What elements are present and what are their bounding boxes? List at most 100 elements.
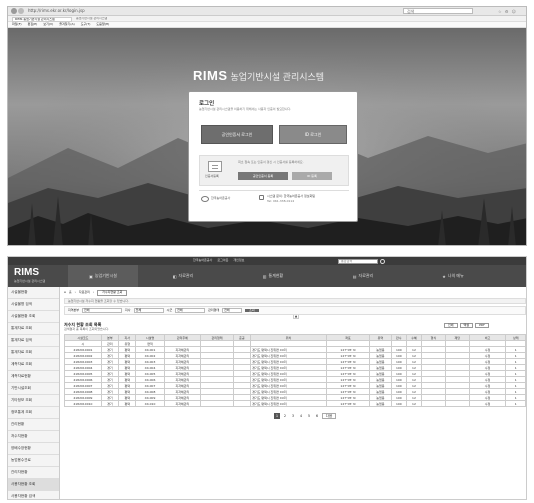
sidebar-item[interactable]: 기반시설조회	[8, 383, 59, 395]
menu-file[interactable]: 파일(F)	[12, 22, 22, 26]
nav-item-stats[interactable]: ▥ 통계현황	[228, 265, 318, 287]
utility-logout[interactable]: 로그아웃	[217, 258, 228, 262]
page-button[interactable]: 4	[298, 413, 304, 419]
page-button[interactable]: 1	[274, 413, 280, 419]
sidebar-item[interactable]: 농업용수관로	[8, 455, 59, 467]
filter-3-select[interactable]: 전체	[175, 307, 206, 314]
filter-4-select[interactable]: 전체	[222, 307, 243, 314]
collapse-toggle-icon[interactable]: ▲	[293, 315, 299, 319]
sidebar-item[interactable]: 시설물현황	[8, 287, 59, 299]
sidebar-item[interactable]: 통계자료 검색	[8, 335, 59, 347]
table-cell: 평택	[118, 400, 137, 407]
app-screenshot: 한국농어촌공사 로그아웃 개인정보 통합검색 RIMS 농업기반시설 관리시스템…	[7, 256, 527, 500]
sidebar-item[interactable]: 시설물현황 조회	[8, 311, 59, 323]
cert-register-button[interactable]: 공인인증서 등록	[238, 172, 288, 180]
cert-title: 인증서등록	[205, 174, 219, 178]
search-input[interactable]: 검색	[403, 8, 473, 14]
filter-1-select[interactable]: 전체	[82, 307, 123, 314]
sidebar-item[interactable]: 통계자료 조회	[8, 323, 59, 335]
login-screenshot: http://rims.ekr.or.kr/login.jsp 검색 ☆ ⚙ ☺…	[7, 6, 527, 246]
sidebar-item[interactable]: 통계자료 조회	[8, 347, 59, 359]
utility-org: 한국농어촌공사	[193, 257, 213, 262]
utility-profile[interactable]: 개인정보	[233, 258, 244, 262]
nav-item-mymenu[interactable]: ★ 나의 메뉴	[408, 265, 498, 287]
divider	[199, 190, 349, 191]
sidebar-item[interactable]: 시설물명 검색	[8, 299, 59, 311]
page-button[interactable]: 3	[290, 413, 296, 419]
nav-item-data[interactable]: ◧ 자료관리	[138, 265, 228, 287]
menu-help[interactable]: 도움말(H)	[96, 22, 109, 26]
sidebar-item[interactable]: 관리자현황	[8, 467, 59, 479]
chart-icon: ▥	[262, 273, 267, 279]
phone-icon	[259, 195, 264, 200]
database-icon: ◧	[172, 273, 177, 279]
monitor-icon: ▤	[352, 273, 357, 279]
sidebar-item[interactable]: 사용자현황 검색	[8, 491, 59, 499]
table-cell: 농업용	[369, 400, 392, 407]
filter-3-label: 시군	[166, 307, 173, 312]
nav-item-facilities[interactable]: ▣ 농업기반시설	[68, 265, 138, 287]
filter-1-label: 지역본부	[68, 307, 80, 312]
filter-4-label: 관리형태	[208, 307, 220, 312]
page-button[interactable]: 다음	[322, 413, 336, 419]
sidebar-item[interactable]: 계측자료 조회	[8, 359, 59, 371]
table-cell	[421, 400, 446, 407]
address-input[interactable]: http://rims.ekr.or.kr/login.jsp	[28, 9, 328, 14]
nav-label: 자료관리	[358, 273, 374, 278]
table-cell: 지자체관리	[163, 400, 202, 407]
filter-2-select[interactable]: 전체	[133, 307, 164, 314]
forward-icon[interactable]	[18, 8, 24, 14]
sidebar-item[interactable]: 관리현황	[8, 419, 59, 431]
menu-edit[interactable]: 편집(E)	[28, 22, 38, 26]
table-body: 4182010001 경기 평택 XX-001 지자체관리 경기도 평택시 진위면 XX리…	[64, 346, 526, 407]
login-description: 농업기반시설 관리시스템을 이용하기 위해서는 사용자 인증이 필요합니다.	[199, 107, 292, 111]
sidebar-item[interactable]: 기타정보 조회	[8, 395, 59, 407]
breadcrumb-section[interactable]: 자료관리	[79, 291, 90, 295]
app-header: RIMS 농업기반시설 관리시스템 ▣ 농업기반시설 ◧ 자료관리 ▥ 통계현황 ▤ 자…	[8, 265, 526, 287]
table-row[interactable]: 4182010010 경기 평택 XX-010 지자체관리 경기도 평택시 진위면 XX리…	[64, 400, 526, 407]
pdf-button[interactable]: PDF	[475, 323, 489, 329]
menu-tools[interactable]: 도구(T)	[81, 22, 91, 26]
org-logo-icon	[201, 196, 209, 202]
section-header: 저수지 현황 조회 목록 검색결과 총 목록이 조회되었습니다. 인쇄 엑셀 P…	[64, 322, 526, 331]
search-button[interactable]: 조회	[245, 308, 259, 313]
nav-label: 통계현황	[268, 273, 284, 278]
page-button[interactable]: 2	[282, 413, 288, 419]
brand-rims: RIMS	[193, 68, 228, 83]
search-icon[interactable]	[380, 258, 385, 264]
nav-item-manage[interactable]: ▤ 자료관리	[318, 265, 408, 287]
sidebar-item[interactable]: 정보통계 조회	[8, 407, 59, 419]
table-cell: 경기	[100, 400, 120, 407]
table-cell: 12	[405, 400, 423, 407]
tab-active[interactable]: 저수지현황 조회	[97, 290, 128, 296]
back-icon[interactable]	[11, 8, 17, 14]
menu-view[interactable]: 보기(V)	[43, 22, 53, 26]
data-table-wrap: 시설코드 본부 지사 시설명 관리주체 관리형태 준공 위치 좌표 유역 만수 수혜 형식 제당 비고 상태 …	[64, 334, 526, 407]
main-nav: ▣ 농업기반시설 ◧ 자료관리 ▥ 통계현황 ▤ 자료관리 ★ 나의 메뉴	[68, 265, 526, 287]
info-banner: 농업기반시설 저수지 현황을 조회할 수 있습니다.	[64, 298, 526, 304]
app-brand: RIMS	[14, 267, 39, 278]
excel-button[interactable]: 엑셀	[459, 323, 474, 329]
info-text: 농업기반시설 저수지 현황을 조회할 수 있습니다.	[68, 299, 129, 303]
page-button[interactable]: 5	[306, 413, 312, 419]
id-login-button[interactable]: ID 로그인	[279, 125, 347, 144]
home-icon[interactable]: ⌂	[64, 291, 66, 295]
browser-address-bar: http://rims.ekr.or.kr/login.jsp 검색 ☆ ⚙ ☺	[8, 7, 526, 16]
cert-login-button[interactable]: 공인인증서 로그인	[201, 125, 273, 144]
sidebar-item[interactable]: 저수지현황	[8, 431, 59, 443]
breadcrumb-home[interactable]: 홈	[69, 291, 72, 295]
print-button[interactable]: 인쇄	[444, 323, 458, 329]
sidebar-item[interactable]: 계측자료현황	[8, 371, 59, 383]
sidebar-item[interactable]: 양배수장현황	[8, 443, 59, 455]
sidebar-item[interactable]: 사용자현황 조회	[8, 479, 59, 491]
nav-label: 농업기반시설	[94, 273, 117, 278]
menu-favorites[interactable]: 즐겨찾기(A)	[59, 22, 74, 26]
section-note: 검색결과 총 목록이 조회되었습니다.	[64, 327, 110, 331]
star-icon: ★	[442, 273, 446, 279]
global-search-input[interactable]: 통합검색	[338, 258, 378, 264]
window-controls-icon[interactable]: ☆ ⚙ ☺	[498, 9, 523, 14]
page-button[interactable]: 6	[314, 413, 320, 419]
app-logo[interactable]: RIMS 농업기반시설 관리시스템	[14, 268, 64, 284]
sidebar: 시설물현황 시설물명 검색 시설물현황 조회 통계자료 조회 통계자료 검색 통계자료 조…	[8, 287, 60, 499]
id-register-button[interactable]: ID 등록	[292, 172, 332, 180]
